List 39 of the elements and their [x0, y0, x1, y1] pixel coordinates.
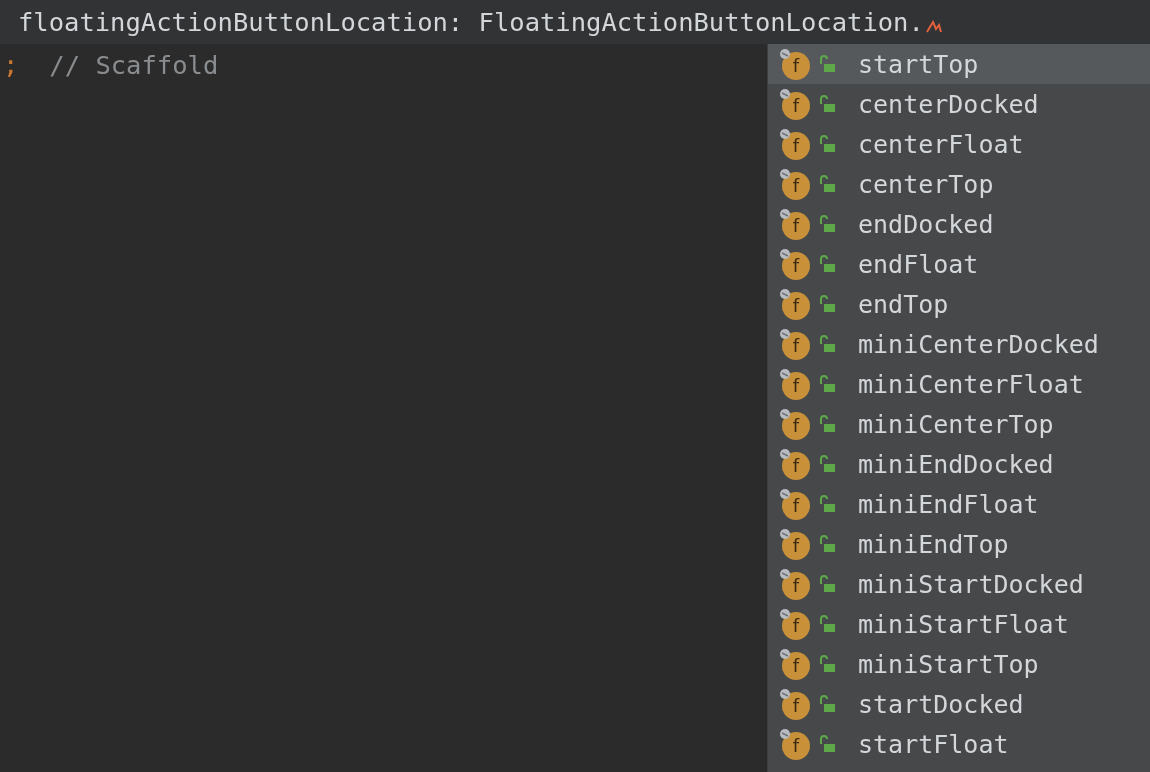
open-lock-icon — [818, 575, 836, 593]
open-lock-icon — [818, 535, 836, 553]
code-text: ; — [3, 50, 19, 80]
open-lock-icon — [818, 415, 836, 433]
open-lock-icon — [818, 615, 836, 633]
completion-item[interactable]: f centerDocked — [768, 84, 1150, 124]
completion-item[interactable]: f miniStartFloat — [768, 604, 1150, 644]
open-lock-icon — [818, 735, 836, 753]
open-lock-icon — [818, 255, 836, 273]
completion-item[interactable]: f centerTop — [768, 164, 1150, 204]
open-lock-icon — [818, 695, 836, 713]
completion-item[interactable]: f miniCenterDocked — [768, 324, 1150, 364]
completion-item[interactable]: f startTop — [768, 44, 1150, 84]
open-lock-icon — [818, 215, 836, 233]
completion-item[interactable]: f miniEndTop — [768, 524, 1150, 564]
code-comment: // Scaffold — [49, 50, 219, 80]
completion-item[interactable]: f miniCenterFloat — [768, 364, 1150, 404]
completion-item[interactable]: f endFloat — [768, 244, 1150, 284]
open-lock-icon — [818, 135, 836, 153]
completion-item[interactable]: f startDocked — [768, 684, 1150, 724]
open-lock-icon — [818, 655, 836, 673]
completion-item[interactable]: f miniEndFloat — [768, 484, 1150, 524]
completion-item[interactable]: f miniCenterTop — [768, 404, 1150, 444]
completion-item[interactable]: f miniStartDocked — [768, 564, 1150, 604]
open-lock-icon — [818, 55, 836, 73]
open-lock-icon — [818, 175, 836, 193]
completion-item[interactable]: f miniEndDocked — [768, 444, 1150, 484]
open-lock-icon — [818, 335, 836, 353]
open-lock-icon — [818, 295, 836, 313]
open-lock-icon — [818, 495, 836, 513]
completion-item[interactable]: f endTop — [768, 284, 1150, 324]
open-lock-icon — [818, 455, 836, 473]
code-text: floatingActionButtonLocation: FloatingActionButtonLocation. — [18, 7, 924, 37]
completion-item[interactable]: f centerFloat — [768, 124, 1150, 164]
completion-item[interactable]: f startFloat — [768, 724, 1150, 764]
open-lock-icon — [818, 95, 836, 113]
completion-item[interactable]: f endDocked — [768, 204, 1150, 244]
completion-item[interactable]: f miniStartTop — [768, 644, 1150, 684]
open-lock-icon — [818, 375, 836, 393]
